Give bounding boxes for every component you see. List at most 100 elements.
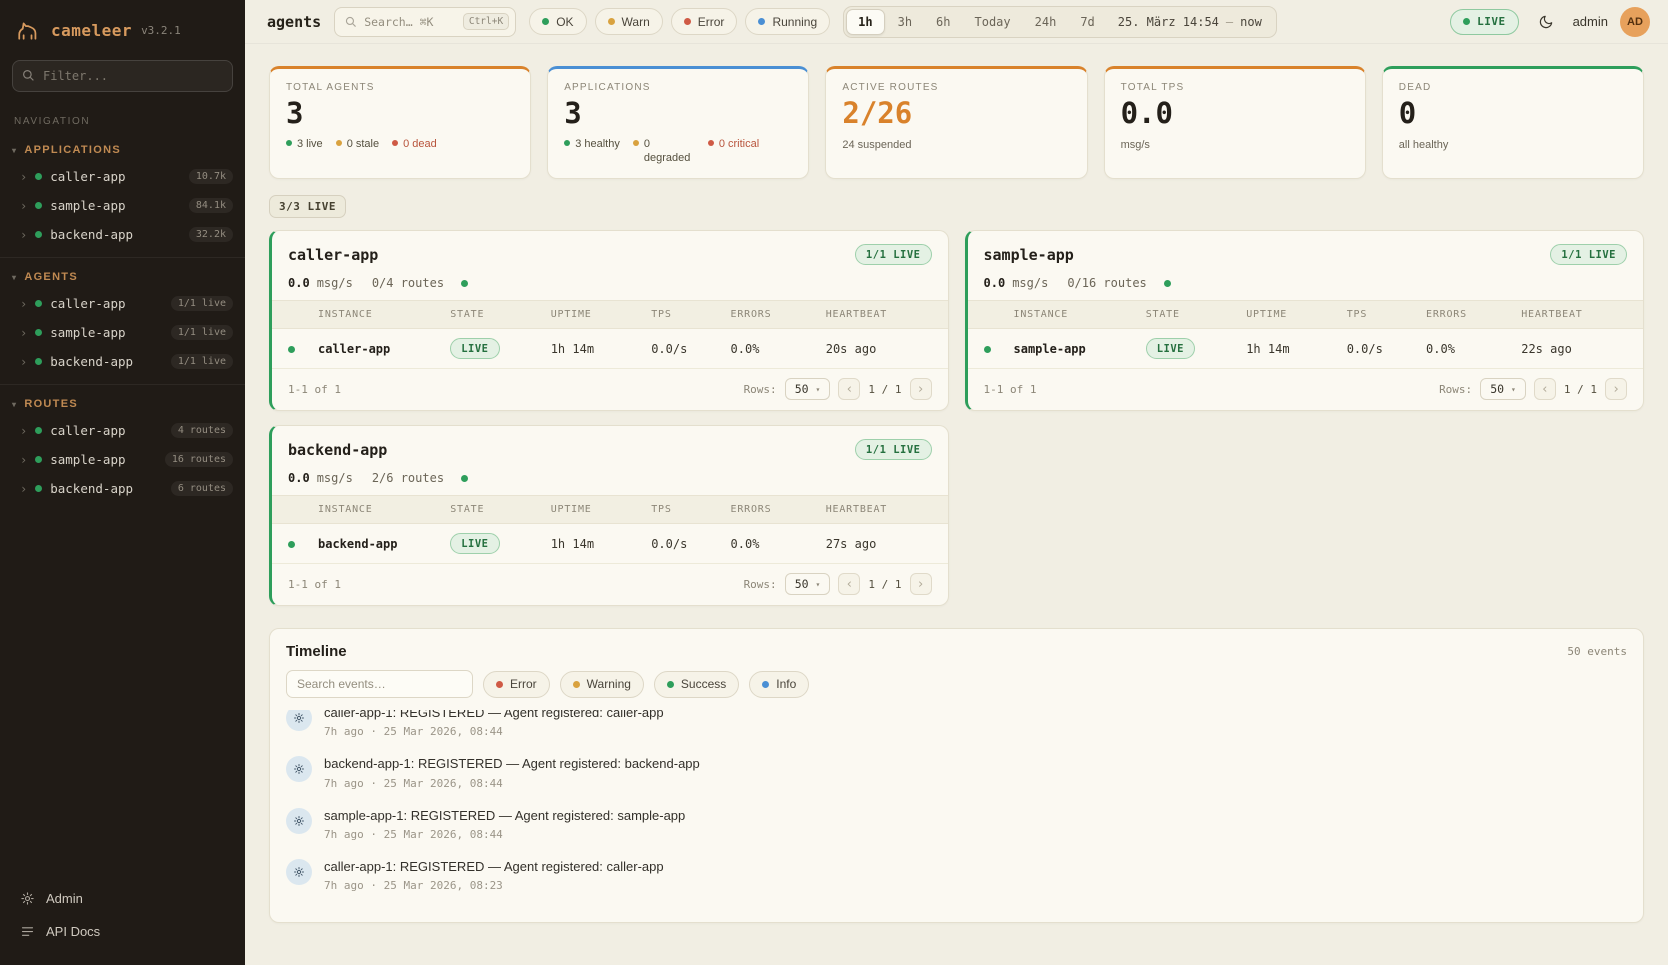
sidebar-route-sample-app[interactable]: › sample-app 16 routes bbox=[0, 445, 245, 474]
status-dot bbox=[35, 485, 42, 492]
sidebar-footer: Admin API Docs bbox=[0, 873, 245, 965]
chevron-down-icon: ▾ bbox=[12, 273, 17, 282]
stat-meta-item: 0 degraded bbox=[644, 137, 695, 166]
prev-page-button[interactable]: ‹ bbox=[1534, 378, 1556, 400]
sidebar-route-backend-app[interactable]: › backend-app 6 routes bbox=[0, 474, 245, 503]
sidebar-filter-input[interactable] bbox=[12, 60, 233, 92]
timeline-filter-success-button[interactable]: Success bbox=[654, 671, 739, 698]
app-card-title: caller-app bbox=[288, 246, 378, 264]
sidebar-item-api-docs[interactable]: API Docs bbox=[10, 916, 235, 947]
rows-per-page-select[interactable]: 50 ▾ bbox=[785, 378, 831, 400]
instances-table-header: INSTANCE STATE UPTIME TPS ERRORS HEARTBE… bbox=[272, 300, 948, 329]
timeline-filter-error-button[interactable]: Error bbox=[483, 671, 550, 698]
chevron-down-icon: ▾ bbox=[816, 385, 821, 394]
sidebar-item-badge: 6 routes bbox=[171, 481, 233, 496]
sidebar-agent-sample-app[interactable]: › sample-app 1/1 live bbox=[0, 318, 245, 347]
stat-meta-item: 3 live bbox=[297, 137, 323, 151]
filter-warn-button[interactable]: Warn bbox=[595, 8, 663, 35]
app-card-title: backend-app bbox=[288, 441, 387, 459]
chevron-left-icon: ‹ bbox=[845, 382, 853, 397]
timeline-event[interactable]: caller-app-1: REGISTERED — Agent registe… bbox=[286, 710, 1627, 747]
sidebar-item-badge: 84.1k bbox=[189, 198, 233, 213]
chevron-left-icon: ‹ bbox=[1541, 382, 1549, 397]
timeline-filter-info-button[interactable]: Info bbox=[749, 671, 809, 698]
sidebar-section-header-agents[interactable]: ▾ AGENTS bbox=[0, 262, 245, 289]
live-summary-badge: 3/3 LIVE bbox=[269, 195, 346, 218]
col-tps: TPS bbox=[651, 504, 730, 515]
next-page-button[interactable]: › bbox=[910, 573, 932, 595]
time-range-group: 1h 3h 6h Today 24h 7d 25. März 14:54 — n… bbox=[843, 6, 1277, 38]
rows-per-page-select[interactable]: 50 ▾ bbox=[785, 573, 831, 595]
app-health-dot bbox=[1164, 280, 1171, 287]
sidebar-route-caller-app[interactable]: › caller-app 4 routes bbox=[0, 416, 245, 445]
topbar: agents Ctrl+K OK Warn E bbox=[245, 0, 1668, 44]
range-today-button[interactable]: Today bbox=[964, 9, 1022, 35]
filter-running-button[interactable]: Running bbox=[745, 8, 830, 35]
gear-icon bbox=[20, 891, 35, 906]
page-indicator: 1 / 1 bbox=[868, 578, 901, 591]
sidebar-agent-caller-app[interactable]: › caller-app 1/1 live bbox=[0, 289, 245, 318]
status-dot bbox=[35, 300, 42, 307]
timeline-event[interactable]: backend-app-1: REGISTERED — Agent regist… bbox=[286, 747, 1627, 798]
range-1h-button[interactable]: 1h bbox=[846, 9, 884, 35]
instance-row[interactable]: caller-app LIVE 1h 14m 0.0/s 0.0% 20s ag… bbox=[272, 329, 948, 369]
event-gear-icon bbox=[286, 859, 312, 885]
sidebar-agent-backend-app[interactable]: › backend-app 1/1 live bbox=[0, 347, 245, 376]
timeline-event[interactable]: caller-app-1: REGISTERED — Agent registe… bbox=[286, 850, 1627, 901]
chevron-right-icon: › bbox=[1612, 382, 1620, 397]
next-page-button[interactable]: › bbox=[910, 378, 932, 400]
live-status-toggle[interactable]: LIVE bbox=[1450, 9, 1519, 35]
col-instance: INSTANCE bbox=[318, 309, 450, 320]
cell-instance: sample-app bbox=[1014, 342, 1146, 356]
rows-per-page-value: 50 bbox=[795, 577, 809, 591]
chevron-right-icon: › bbox=[20, 483, 27, 495]
rows-per-page-value: 50 bbox=[795, 382, 809, 396]
state-live-badge: LIVE bbox=[1146, 338, 1195, 359]
page-indicator: 1 / 1 bbox=[868, 383, 901, 396]
sidebar-app-backend-app[interactable]: › backend-app 32.2k bbox=[0, 220, 245, 249]
filter-label: Success bbox=[681, 677, 726, 691]
stat-value: 3 bbox=[564, 98, 792, 130]
stat-card-active-routes: ACTIVE ROUTES 2/26 24 suspended bbox=[825, 66, 1087, 179]
timeline-event[interactable]: sample-app-1: REGISTERED — Agent registe… bbox=[286, 799, 1627, 850]
filter-ok-button[interactable]: OK bbox=[529, 8, 586, 35]
instance-row[interactable]: backend-app LIVE 1h 14m 0.0/s 0.0% 27s a… bbox=[272, 524, 948, 564]
range-6h-button[interactable]: 6h bbox=[925, 9, 961, 35]
next-page-button[interactable]: › bbox=[1605, 378, 1627, 400]
timeline-events-scroll[interactable]: caller-app-1: REGISTERED — Agent registe… bbox=[270, 710, 1643, 922]
sidebar-section-header-routes[interactable]: ▾ ROUTES bbox=[0, 389, 245, 416]
filter-label: Warn bbox=[622, 15, 650, 29]
time-range-display: 25. März 14:54 — now bbox=[1108, 15, 1274, 29]
sidebar-item-admin[interactable]: Admin bbox=[10, 883, 235, 914]
sidebar-app-sample-app[interactable]: › sample-app 84.1k bbox=[0, 191, 245, 220]
app-routes-count: 0/16 routes bbox=[1067, 276, 1146, 290]
warn-status-dot bbox=[608, 18, 615, 25]
range-24h-button[interactable]: 24h bbox=[1024, 9, 1068, 35]
sidebar-section-header-applications[interactable]: ▾ APPLICATIONS bbox=[0, 135, 245, 162]
sidebar-item-label: backend-app bbox=[50, 481, 163, 496]
app-live-badge: 1/1 LIVE bbox=[1550, 244, 1627, 265]
user-avatar[interactable]: AD bbox=[1620, 7, 1650, 37]
prev-page-button[interactable]: ‹ bbox=[838, 573, 860, 595]
timeline-search-input[interactable] bbox=[286, 670, 473, 698]
dark-mode-toggle[interactable] bbox=[1531, 8, 1561, 36]
instance-row[interactable]: sample-app LIVE 1h 14m 0.0/s 0.0% 22s ag… bbox=[968, 329, 1644, 369]
timeline-filter-warning-button[interactable]: Warning bbox=[560, 671, 644, 698]
healthy-dot bbox=[564, 140, 570, 146]
search-input[interactable] bbox=[364, 15, 457, 29]
camel-logo-icon bbox=[14, 16, 42, 44]
event-gear-icon bbox=[286, 808, 312, 834]
sidebar-item-badge: 1/1 live bbox=[171, 325, 233, 340]
range-3h-button[interactable]: 3h bbox=[887, 9, 923, 35]
rows-per-page-select[interactable]: 50 ▾ bbox=[1480, 378, 1526, 400]
brand-logo: cameleer v3.2.1 bbox=[0, 0, 245, 52]
global-search[interactable]: Ctrl+K bbox=[334, 7, 516, 37]
prev-page-button[interactable]: ‹ bbox=[838, 378, 860, 400]
col-heartbeat: HEARTBEAT bbox=[826, 309, 932, 320]
sidebar-app-caller-app[interactable]: › caller-app 10.7k bbox=[0, 162, 245, 191]
app-live-badge: 1/1 LIVE bbox=[855, 439, 932, 460]
range-7d-button[interactable]: 7d bbox=[1069, 9, 1105, 35]
filter-error-button[interactable]: Error bbox=[671, 8, 738, 35]
chevron-right-icon: › bbox=[20, 454, 27, 466]
event-message: backend-app-1: REGISTERED — Agent regist… bbox=[324, 756, 700, 772]
